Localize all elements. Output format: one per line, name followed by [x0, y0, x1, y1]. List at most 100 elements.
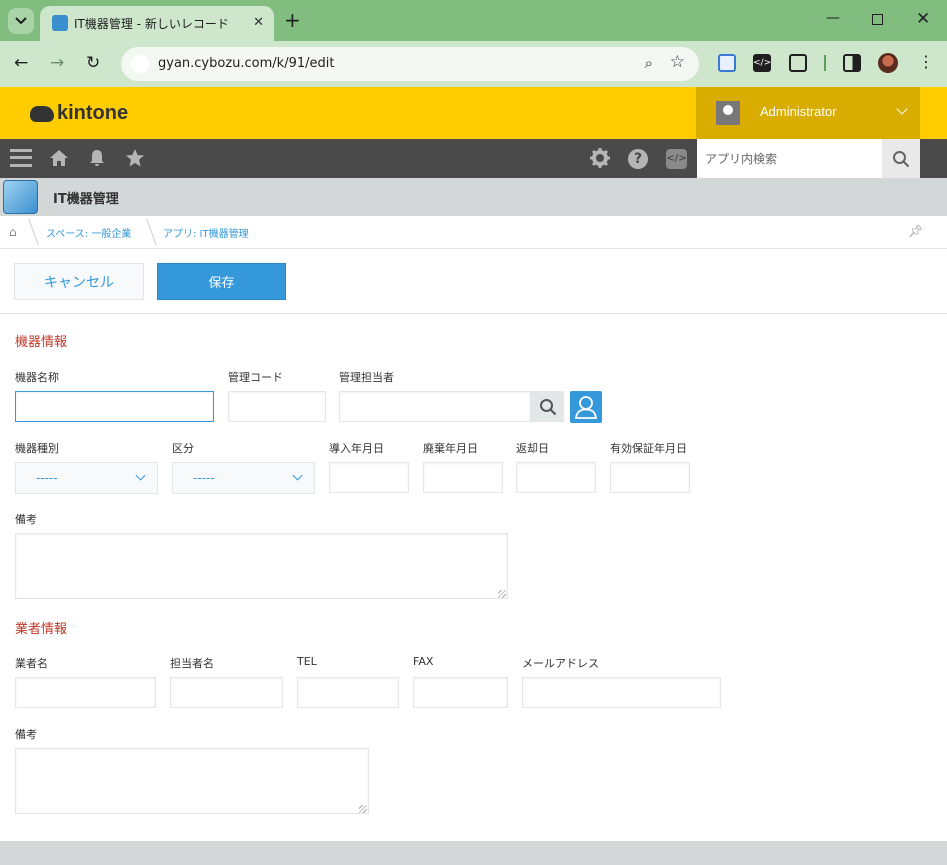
window-minimize-button[interactable]: —	[826, 10, 840, 26]
device-type-value: -----	[36, 471, 58, 485]
browser-tab-active[interactable]: IT機器管理 - 新しいレコード ✕	[40, 6, 274, 41]
email-input[interactable]	[522, 677, 721, 708]
window-maximize-button[interactable]	[872, 14, 883, 25]
category-label: 区分	[172, 442, 194, 455]
cancel-button[interactable]: キャンセル	[14, 263, 144, 300]
breadcrumb: ⌂ スペース: 一般企業 アプリ: IT機器管理 📌︎	[0, 216, 947, 249]
device-type-select[interactable]: -----	[15, 462, 158, 494]
notes2-textarea[interactable]	[15, 748, 369, 814]
chevron-down-icon	[896, 103, 908, 115]
bookmark-star-icon[interactable]: ☆	[670, 52, 685, 72]
extension-translate-icon[interactable]	[718, 54, 736, 72]
address-bar[interactable]: gyan.cybozu.com/k/91/edit ⌕ ☆	[121, 47, 699, 81]
pin-icon[interactable]: 📌︎	[908, 224, 923, 238]
bell-icon[interactable]	[87, 148, 107, 168]
home-icon[interactable]	[49, 148, 69, 168]
toolbar-divider	[824, 55, 826, 71]
manager-input[interactable]	[339, 391, 531, 422]
user-avatar-icon	[716, 101, 740, 125]
device-name-label: 機器名称	[15, 371, 59, 384]
side-panel-icon[interactable]	[843, 54, 861, 72]
breadcrumb-app-link[interactable]: アプリ: IT機器管理	[163, 225, 249, 240]
return-date-label: 返却日	[516, 442, 549, 455]
user-search-button[interactable]	[531, 391, 564, 422]
resize-handle-icon[interactable]	[498, 590, 506, 598]
section-title-device: 機器情報	[15, 335, 68, 350]
browser-tab-bar: IT機器管理 - 新しいレコード ✕ + — ✕	[0, 0, 947, 41]
install-date-label: 導入年月日	[329, 442, 384, 455]
app-favicon-icon	[52, 15, 68, 31]
browser-toolbar: ← → ↻ gyan.cybozu.com/k/91/edit ⌕ ☆ </> …	[0, 41, 947, 87]
gear-icon[interactable]	[590, 148, 610, 168]
reload-icon[interactable]: ↻	[86, 53, 100, 73]
help-icon[interactable]: ?	[628, 149, 648, 169]
warranty-date-label: 有効保証年月日	[610, 442, 687, 455]
cloud-logo-icon	[30, 105, 54, 122]
resize-handle-icon[interactable]	[359, 805, 367, 813]
global-nav: ? </>	[0, 139, 947, 178]
url-text[interactable]: gyan.cybozu.com/k/91/edit	[158, 56, 334, 71]
disposal-date-input[interactable]	[423, 462, 503, 493]
notes2-label: 備考	[15, 728, 37, 741]
tel-label: TEL	[297, 655, 317, 668]
fax-input[interactable]	[413, 677, 508, 708]
fax-label: FAX	[413, 655, 434, 668]
install-date-input[interactable]	[329, 462, 409, 493]
kintone-header: kintone Administrator	[0, 87, 947, 139]
user-icon	[574, 396, 598, 419]
category-select[interactable]: -----	[172, 462, 315, 494]
hamburger-menu-icon[interactable]	[10, 147, 32, 169]
vendor-name-label: 業者名	[15, 657, 48, 670]
breadcrumb-separator	[129, 219, 157, 245]
app-name[interactable]: IT機器管理	[53, 188, 119, 207]
chevron-down-icon	[15, 17, 27, 25]
return-date-input[interactable]	[516, 462, 596, 493]
kintone-logo[interactable]: kintone	[30, 102, 128, 125]
email-label: メールアドレス	[522, 657, 599, 670]
customize-code-icon[interactable]: </>	[666, 149, 687, 169]
site-info-icon[interactable]	[131, 55, 149, 73]
app-search-input[interactable]	[697, 139, 882, 178]
notes1-textarea[interactable]	[15, 533, 508, 599]
tab-search-button[interactable]	[8, 8, 34, 34]
tab-title: IT機器管理 - 新しいレコード	[74, 17, 229, 31]
section-title-vendor: 業者情報	[15, 622, 68, 637]
new-tab-button[interactable]: +	[284, 9, 301, 31]
forward-arrow-icon[interactable]: →	[50, 53, 64, 73]
profile-avatar[interactable]	[878, 53, 898, 73]
save-button[interactable]: 保存	[157, 263, 286, 300]
extensions-puzzle-icon[interactable]	[789, 54, 807, 72]
tab-close-icon[interactable]: ✕	[253, 15, 264, 30]
search-button[interactable]	[882, 139, 920, 178]
user-menu[interactable]: Administrator	[696, 87, 920, 139]
management-code-input[interactable]	[228, 391, 326, 422]
warranty-date-input[interactable]	[610, 462, 690, 493]
back-arrow-icon[interactable]: ←	[14, 53, 28, 73]
breadcrumb-space-link[interactable]: スペース: 一般企業	[46, 225, 131, 240]
window-close-button[interactable]: ✕	[916, 9, 930, 29]
device-type-label: 機器種別	[15, 442, 59, 455]
vendor-name-input[interactable]	[15, 677, 156, 708]
tel-input[interactable]	[297, 677, 399, 708]
category-value: -----	[193, 471, 215, 485]
browser-menu-icon[interactable]: ⋮	[918, 52, 934, 71]
extension-devtools-icon[interactable]: </>	[753, 54, 771, 72]
device-name-input[interactable]	[15, 391, 214, 422]
app-header: IT機器管理	[0, 178, 947, 216]
user-select-button[interactable]	[570, 391, 602, 423]
management-code-label: 管理コード	[228, 371, 283, 384]
user-name: Administrator	[760, 104, 837, 119]
app-icon[interactable]	[3, 180, 38, 214]
star-icon[interactable]	[125, 148, 145, 168]
notes1-label: 備考	[15, 513, 37, 526]
contact-name-input[interactable]	[170, 677, 283, 708]
chevron-down-icon	[292, 470, 303, 481]
chevron-down-icon	[135, 470, 146, 481]
logo-text: kintone	[57, 102, 129, 124]
record-action-bar: キャンセル 保存	[0, 249, 947, 314]
search-icon	[893, 150, 910, 167]
contact-name-label: 担当者名	[170, 657, 214, 670]
manager-label: 管理担当者	[339, 371, 394, 384]
search-icon	[539, 398, 556, 415]
zoom-icon[interactable]: ⌕	[645, 54, 653, 72]
